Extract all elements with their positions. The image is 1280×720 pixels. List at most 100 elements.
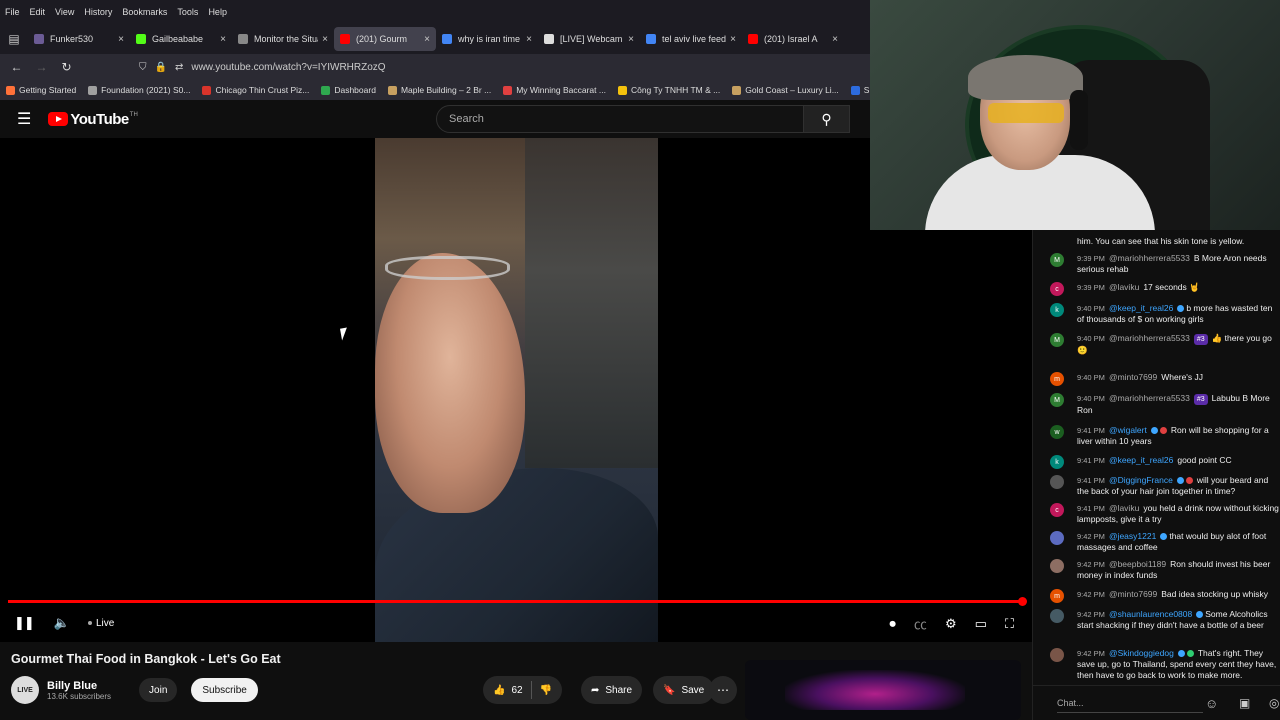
chat-author[interactable]: @DiggingFrance bbox=[1109, 475, 1173, 485]
settings-icon[interactable]: ⚙ bbox=[945, 616, 957, 632]
menu-bookmarks[interactable]: Bookmarks bbox=[117, 7, 172, 17]
tab-0[interactable]: Funker530 × bbox=[28, 27, 130, 51]
shield-icon[interactable]: ⛉ bbox=[139, 62, 147, 73]
search-button[interactable]: ⚲ bbox=[804, 105, 850, 133]
menu-tools[interactable]: Tools bbox=[172, 7, 203, 17]
chat-author[interactable]: @minto7699 bbox=[1109, 372, 1157, 382]
channel-avatar[interactable]: LIVE bbox=[11, 676, 39, 704]
chat-avatar[interactable]: w bbox=[1050, 425, 1064, 439]
live-indicator[interactable]: Live bbox=[87, 618, 114, 629]
subscribe-button[interactable]: Subscribe bbox=[191, 678, 258, 702]
bookmark-item[interactable]: My Winning Baccarat ... bbox=[497, 85, 612, 95]
tab-close-icon[interactable]: × bbox=[322, 34, 328, 45]
chat-avatar[interactable] bbox=[1050, 559, 1064, 573]
recommended-video-thumbnail[interactable] bbox=[745, 660, 1021, 720]
tab-close-icon[interactable]: × bbox=[730, 34, 736, 45]
chat-avatar[interactable]: c bbox=[1050, 282, 1064, 296]
tab-close-icon[interactable]: × bbox=[118, 34, 124, 45]
tab-6[interactable]: tel aviv live feed a× bbox=[640, 27, 742, 51]
address-bar[interactable]: ⛉ 🔒 ⇄ www.youtube.com/watch?v=IYIWRHRZoz… bbox=[139, 56, 779, 78]
more-actions-icon[interactable]: ⋯ bbox=[709, 676, 737, 704]
video-frame[interactable] bbox=[375, 138, 658, 642]
join-button[interactable]: Join bbox=[139, 678, 178, 702]
chat-avatar[interactable]: m bbox=[1050, 372, 1064, 386]
permissions-icon[interactable]: ⇄ bbox=[175, 62, 183, 73]
chat-input[interactable]: Chat... bbox=[1057, 693, 1203, 713]
chat-avatar[interactable]: k bbox=[1050, 303, 1064, 317]
tab-close-icon[interactable]: × bbox=[526, 34, 532, 45]
like-count[interactable]: 62 bbox=[511, 685, 522, 696]
chat-avatar[interactable]: m bbox=[1050, 589, 1064, 603]
youtube-logo[interactable]: YouTube TH bbox=[48, 111, 138, 128]
tab-7[interactable]: (201) Israel A × bbox=[742, 27, 844, 51]
tab-1[interactable]: Gailbeababe × bbox=[130, 27, 232, 51]
chat-avatar[interactable]: M bbox=[1050, 393, 1064, 407]
save-button[interactable]: 🔖 Save bbox=[653, 676, 715, 704]
tab-list-icon[interactable]: ▤ bbox=[0, 27, 28, 51]
bookmark-item[interactable]: Chicago Thin Crust Piz... bbox=[196, 85, 315, 95]
bookmark-item[interactable]: Công Ty TNHH TM & ... bbox=[612, 85, 726, 95]
bookmark-item[interactable]: Dashboard bbox=[315, 85, 382, 95]
chat-author[interactable]: @shaunlaurence0808 bbox=[1109, 609, 1192, 619]
autoplay-toggle-icon[interactable]: ⏺ bbox=[889, 616, 896, 632]
menu-help[interactable]: Help bbox=[203, 7, 232, 17]
forward-icon[interactable]: → bbox=[29, 60, 54, 74]
tab-3[interactable]: (201) Gourm × bbox=[334, 27, 436, 51]
chat-author[interactable]: @beepboi1189 bbox=[1109, 559, 1166, 569]
emoji-icon[interactable]: ☺ bbox=[1205, 696, 1218, 711]
menu-file[interactable]: File bbox=[0, 7, 25, 17]
reload-icon[interactable]: ↻ bbox=[54, 60, 79, 74]
back-icon[interactable]: ← bbox=[4, 60, 29, 74]
tab-4[interactable]: why is iran time 3 × bbox=[436, 27, 538, 51]
chat-author[interactable]: @wigalert bbox=[1109, 425, 1147, 435]
chat-avatar[interactable]: M bbox=[1050, 333, 1064, 347]
chat-author[interactable]: @keep_it_real26 bbox=[1109, 455, 1173, 465]
bookmark-item[interactable]: Gold Coast – Luxury Li... bbox=[726, 85, 845, 95]
chat-avatar[interactable] bbox=[1050, 609, 1064, 623]
tab-2[interactable]: Monitor the Situa × bbox=[232, 27, 334, 51]
bookmark-item[interactable]: Maple Building – 2 Br ... bbox=[382, 85, 497, 95]
search-input[interactable]: Search bbox=[436, 105, 804, 133]
chat-avatar[interactable] bbox=[1050, 475, 1064, 489]
pause-icon[interactable]: ❚❚ bbox=[14, 615, 35, 631]
tab-5[interactable]: [LIVE] Webcam × bbox=[538, 27, 640, 51]
tab-close-icon[interactable]: × bbox=[424, 34, 430, 45]
dislike-icon[interactable]: 👎 bbox=[540, 685, 552, 696]
chat-avatar[interactable] bbox=[1050, 648, 1064, 662]
tab-close-icon[interactable]: × bbox=[628, 34, 634, 45]
bookmark-item[interactable]: Foundation (2021) S0... bbox=[82, 85, 196, 95]
chat-avatar[interactable]: c bbox=[1050, 503, 1064, 517]
channel-name[interactable]: Billy Blue bbox=[47, 680, 111, 692]
send-icon[interactable]: ◎ bbox=[1269, 696, 1279, 710]
url-text[interactable]: www.youtube.com/watch?v=IYIWRHRZozQ bbox=[191, 62, 385, 73]
chat-author[interactable]: @mariohherrera5533 bbox=[1109, 393, 1190, 403]
fullscreen-icon[interactable]: ⛶ bbox=[1005, 616, 1014, 632]
menu-icon[interactable]: ☰ bbox=[17, 109, 31, 129]
chat-avatar[interactable]: k bbox=[1050, 455, 1064, 469]
chat-author[interactable]: @mariohherrera5533 bbox=[1109, 333, 1190, 343]
volume-icon[interactable]: 🔈 bbox=[54, 615, 70, 631]
captions-icon[interactable]: ㏄ bbox=[914, 614, 927, 633]
progress-scrubber[interactable] bbox=[1018, 597, 1027, 606]
super-chat-icon[interactable]: ▣ bbox=[1239, 696, 1250, 710]
like-icon[interactable]: 👍 bbox=[493, 685, 505, 696]
theater-mode-icon[interactable]: ▭ bbox=[975, 616, 987, 632]
chat-avatar[interactable] bbox=[1050, 531, 1064, 545]
chat-author[interactable]: @jeasy1221 bbox=[1109, 531, 1156, 541]
chat-author[interactable]: @Skindoggiedog bbox=[1109, 648, 1174, 658]
chat-author[interactable]: @mariohherrera5533 bbox=[1109, 253, 1190, 263]
tab-close-icon[interactable]: × bbox=[220, 34, 226, 45]
chat-author[interactable]: @keep_it_real26 bbox=[1109, 303, 1173, 313]
menu-view[interactable]: View bbox=[50, 7, 79, 17]
menu-edit[interactable]: Edit bbox=[25, 7, 51, 17]
share-button[interactable]: ➦ Share bbox=[581, 676, 643, 704]
progress-bar[interactable] bbox=[8, 600, 1024, 603]
chat-avatar[interactable]: M bbox=[1050, 253, 1064, 267]
chat-author[interactable]: @minto7699 bbox=[1109, 589, 1157, 599]
chat-author[interactable]: @laviku bbox=[1109, 282, 1139, 292]
bookmark-item[interactable]: Getting Started bbox=[0, 85, 82, 95]
lock-icon[interactable]: 🔒 bbox=[155, 62, 167, 73]
tab-close-icon[interactable]: × bbox=[832, 34, 838, 45]
menu-history[interactable]: History bbox=[79, 7, 117, 17]
chat-author[interactable]: @laviku bbox=[1109, 503, 1139, 513]
